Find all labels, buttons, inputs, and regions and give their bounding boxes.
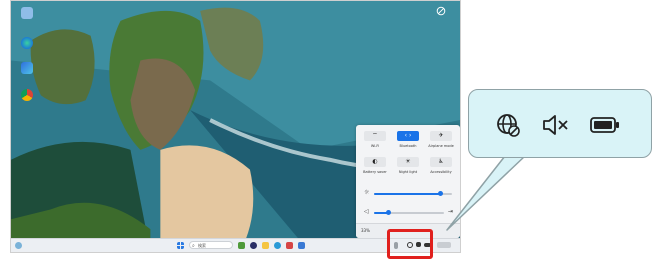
tray-icons-callout	[468, 89, 652, 158]
globe-no-network-icon	[497, 114, 520, 137]
speaker-muted-icon	[543, 115, 568, 135]
battery-icon	[590, 117, 619, 133]
